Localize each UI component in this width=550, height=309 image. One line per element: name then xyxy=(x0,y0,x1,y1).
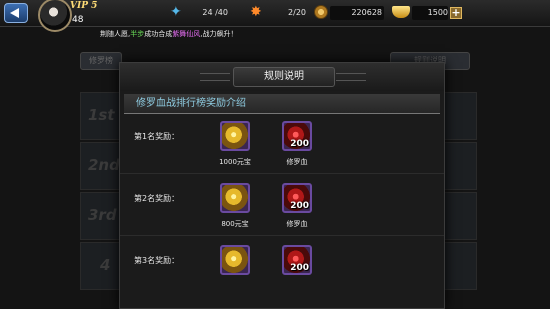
blood-caption: 修罗血 xyxy=(286,158,308,166)
player-level: 48 xyxy=(72,15,84,25)
blood-caption: 修罗血 xyxy=(286,220,308,228)
rank-number: 2nd xyxy=(88,156,120,174)
title-ornament xyxy=(200,73,230,81)
ticker-text: 成功合成 xyxy=(144,30,173,38)
avatar[interactable] xyxy=(38,0,72,32)
rank-1-label: 第1名奖励： xyxy=(134,132,180,141)
gold-ingot-icon[interactable] xyxy=(220,183,250,213)
top-bar: VIP 5 48 ✦ 24 /40 ✸ 2/20 220628 1500 + xyxy=(0,0,550,32)
divider xyxy=(120,173,444,174)
rules-dialog: 规则说明 修罗血战排行榜奖励介绍 第1名奖励： 1000元宝 200 修罗血 第… xyxy=(119,62,445,309)
gold-caption: 800元宝 xyxy=(221,220,249,228)
back-button[interactable] xyxy=(4,3,28,23)
ingot-value: 1500 xyxy=(427,8,448,17)
dialog-header: 规则说明 xyxy=(120,63,444,91)
rank-number: 4 xyxy=(100,256,111,274)
news-ticker: 荆随人愿,半步成功合成紫舞仙风,战力飙升！ xyxy=(100,29,237,39)
gold-ingot-icon[interactable] xyxy=(220,121,250,151)
shura-blood-icon[interactable]: 200 xyxy=(282,245,312,275)
dialog-title: 规则说明 xyxy=(233,67,335,87)
tab-ranking[interactable]: 修罗榜 xyxy=(80,52,122,70)
rank-number: 3rd xyxy=(88,206,117,224)
shura-blood-icon[interactable]: 200 xyxy=(282,121,312,151)
energy-value: 2/20 xyxy=(288,8,306,17)
rank-2-label: 第2名奖励： xyxy=(134,194,180,203)
stamina-value: 24 /40 xyxy=(202,8,228,17)
title-ornament xyxy=(336,73,366,81)
item-count: 200 xyxy=(290,139,309,149)
energy-icon: ✸ xyxy=(250,4,262,20)
gold-ingot-icon[interactable] xyxy=(220,245,250,275)
stamina-icon: ✦ xyxy=(170,4,182,20)
shura-blood-icon[interactable]: 200 xyxy=(282,183,312,213)
rank-3-label: 第3名奖励： xyxy=(134,256,180,265)
ticker-text: ,战力飙升！ xyxy=(200,30,238,38)
gold-caption: 1000元宝 xyxy=(219,158,251,166)
ticker-text: 荆随人愿, xyxy=(100,30,131,38)
ticker-item: 紫舞仙风 xyxy=(172,30,201,38)
add-ingot-button[interactable]: + xyxy=(450,7,462,19)
coin-icon xyxy=(314,5,328,19)
section-title: 修罗血战排行榜奖励介绍 xyxy=(124,94,440,114)
divider xyxy=(120,235,444,236)
ticker-player: 半步 xyxy=(130,30,145,38)
ingot-icon xyxy=(392,6,410,18)
vip-badge: VIP 5 xyxy=(70,1,98,11)
rank-number: 1st xyxy=(88,106,115,124)
item-count: 200 xyxy=(290,201,309,211)
item-count: 200 xyxy=(290,263,309,273)
coin-value: 220628 xyxy=(351,8,382,17)
